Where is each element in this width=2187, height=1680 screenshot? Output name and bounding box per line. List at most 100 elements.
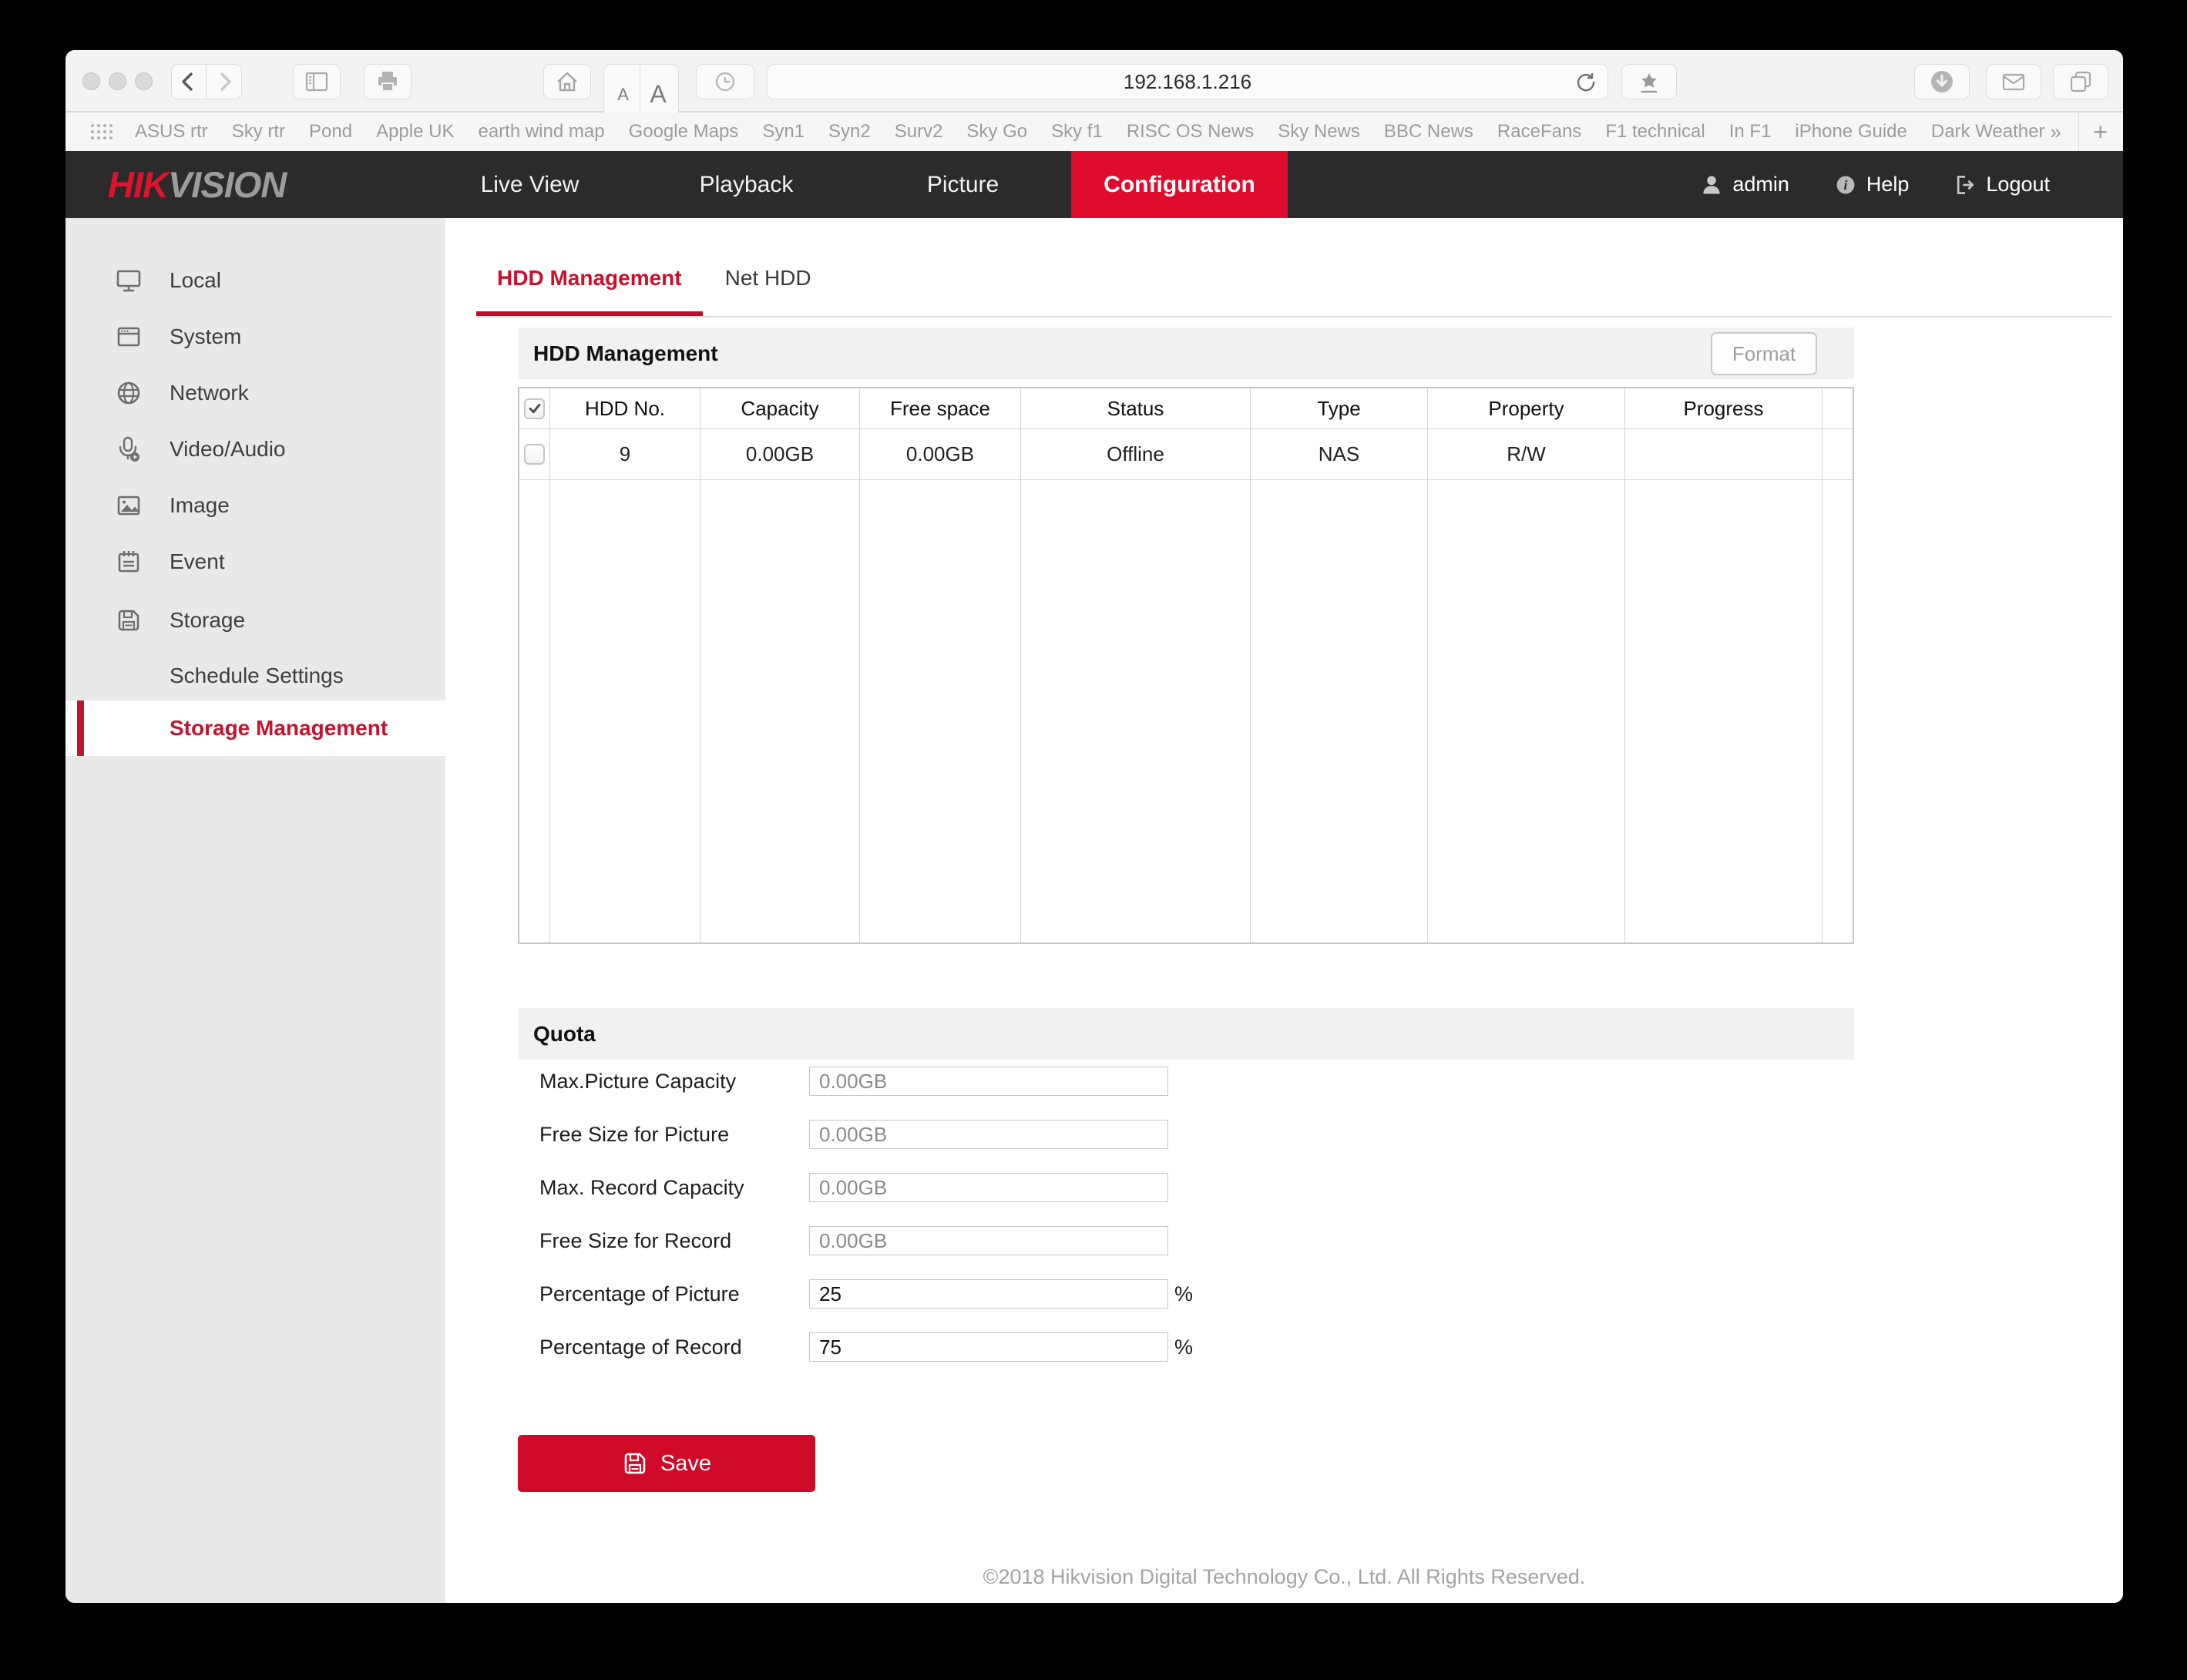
print-button[interactable]	[364, 64, 412, 99]
sidebar-toggle-button[interactable]	[293, 64, 341, 99]
bookmark-item[interactable]: Syn2	[828, 121, 871, 143]
sidebar-item-storage-management[interactable]: Storage Management	[66, 701, 445, 756]
col-property: Property	[1428, 388, 1625, 429]
header-right: admin i Help Logout	[1700, 151, 2050, 218]
hdd-section-title: HDD Management	[533, 341, 718, 366]
quota-section-title: Quota	[533, 1022, 596, 1047]
hikvision-logo: HIKVISION	[108, 151, 286, 218]
mail-icon	[1999, 69, 2028, 95]
bookmark-item[interactable]: Sky f1	[1051, 121, 1103, 143]
sidebar-item-local[interactable]: Local	[66, 253, 445, 308]
help-label: Help	[1866, 173, 1910, 197]
bookmark-item[interactable]: Sky rtr	[232, 121, 285, 143]
bookmark-item[interactable]: Pond	[309, 121, 352, 143]
tabs-overview-icon	[2067, 68, 2095, 96]
percentage-record-field[interactable]	[809, 1332, 1168, 1362]
sidebar-item-schedule-settings[interactable]: Schedule Settings	[66, 648, 445, 704]
tab-row: HDD Management Net HDD	[497, 266, 811, 306]
window-icon	[116, 324, 142, 350]
nav-configuration[interactable]: Configuration	[1071, 151, 1288, 218]
sidebar-item-video-audio[interactable]: Video/Audio	[66, 422, 445, 477]
sidebar-label: Image	[170, 493, 230, 518]
col-capacity: Capacity	[700, 388, 860, 429]
row-checkbox[interactable]	[524, 444, 545, 465]
show-all-tabs-button[interactable]	[2053, 64, 2108, 99]
forward-button[interactable]	[207, 64, 242, 99]
chevron-left-icon	[176, 69, 202, 95]
save-label: Save	[660, 1451, 711, 1477]
user-icon	[1700, 173, 1723, 197]
sidebar-item-network[interactable]: Network	[66, 365, 445, 421]
chevron-right-icon	[211, 69, 237, 95]
quota-row-free-size-picture: Free Size for Picture	[518, 1120, 1854, 1149]
zoom-window-button[interactable]	[135, 72, 153, 90]
floppy-icon	[116, 607, 142, 633]
tab-hdd-management[interactable]: HDD Management	[497, 266, 682, 306]
address-bar[interactable]: 192.168.1.216	[767, 64, 1608, 99]
help-button[interactable]: i Help	[1834, 173, 1910, 197]
font-smaller-label[interactable]: A	[606, 85, 640, 105]
sidebar-item-event[interactable]: Event	[66, 534, 445, 590]
select-all-cell	[519, 388, 550, 429]
star-pin-icon	[1635, 68, 1663, 96]
font-larger-label[interactable]: A	[640, 80, 675, 109]
free-size-record-field[interactable]	[809, 1226, 1168, 1255]
microphone-icon	[116, 436, 142, 462]
reload-icon	[1574, 70, 1598, 95]
select-all-checkbox[interactable]	[524, 398, 545, 419]
back-button[interactable]	[171, 64, 207, 99]
bookmark-item[interactable]: F1 technical	[1605, 121, 1705, 143]
bookmarks-bar: ASUS rtr Sky rtr Pond Apple UK earth wind ma…	[66, 113, 2123, 151]
nav-playback[interactable]: Playback	[638, 151, 855, 218]
logo-hik: HIK	[108, 163, 168, 206]
bookmarks-overflow-button[interactable]: »	[2033, 120, 2078, 144]
downloads-button[interactable]	[1914, 64, 1970, 99]
nav-live-view[interactable]: Live View	[422, 151, 638, 218]
bookmark-items: ASUS rtr Sky rtr Pond Apple UK earth wind ma…	[135, 121, 2044, 143]
free-size-picture-field[interactable]	[809, 1120, 1168, 1149]
bookmark-item[interactable]: Sky News	[1278, 121, 1360, 143]
bookmark-item[interactable]: RISC OS News	[1127, 121, 1254, 143]
monitor-icon	[116, 267, 142, 294]
sidebar-item-image[interactable]: Image	[66, 478, 445, 533]
globe-icon	[116, 380, 142, 406]
browser-window: A A 192.168.1.216	[66, 50, 2123, 1603]
tab-net-hdd[interactable]: Net HDD	[725, 266, 811, 306]
bookmark-item[interactable]: ASUS rtr	[135, 121, 208, 143]
bookmark-item[interactable]: Sky Go	[966, 121, 1027, 143]
home-button[interactable]	[543, 64, 591, 99]
format-button[interactable]: Format	[1711, 332, 1817, 375]
quota-row-max-picture-capacity: Max.Picture Capacity	[518, 1067, 1854, 1096]
minimize-window-button[interactable]	[109, 72, 126, 90]
sidebar-label: Video/Audio	[170, 437, 286, 462]
bookmark-item[interactable]: Apple UK	[376, 121, 454, 143]
url-text: 192.168.1.216	[1124, 70, 1251, 94]
max-record-capacity-field[interactable]	[809, 1173, 1168, 1202]
grid-dots-icon	[89, 122, 115, 142]
bookmark-item[interactable]: BBC News	[1384, 121, 1473, 143]
bookmark-item[interactable]: earth wind map	[478, 121, 604, 143]
user-menu[interactable]: admin	[1700, 173, 1789, 197]
bookmark-item[interactable]: In F1	[1729, 121, 1772, 143]
bookmark-item[interactable]: Dark Weather	[1931, 121, 2045, 143]
bookmark-item[interactable]: Google Maps	[629, 121, 739, 143]
sidebar-item-storage[interactable]: Storage	[66, 593, 445, 648]
save-button[interactable]: Save	[518, 1435, 815, 1492]
pin-bookmark-button[interactable]	[1621, 64, 1677, 99]
bookmark-item[interactable]: RaceFans	[1497, 121, 1581, 143]
nav-picture[interactable]: Picture	[855, 151, 1071, 218]
quota-row-free-size-record: Free Size for Record	[518, 1226, 1854, 1255]
history-button[interactable]	[696, 64, 754, 99]
reload-button[interactable]	[1574, 70, 1598, 95]
close-window-button[interactable]	[82, 72, 100, 90]
share-mail-button[interactable]	[1986, 64, 2041, 99]
percentage-picture-field[interactable]	[809, 1279, 1168, 1309]
new-tab-button[interactable]: +	[2079, 118, 2123, 146]
logout-button[interactable]: Logout	[1954, 173, 2050, 197]
bookmark-item[interactable]: Surv2	[895, 121, 943, 143]
sidebar-item-system[interactable]: System	[66, 309, 445, 365]
bookmarks-grid-icon[interactable]	[89, 122, 115, 142]
bookmark-item[interactable]: iPhone Guide	[1795, 121, 1906, 143]
max-picture-capacity-field[interactable]	[809, 1067, 1168, 1096]
bookmark-item[interactable]: Syn1	[762, 121, 805, 143]
